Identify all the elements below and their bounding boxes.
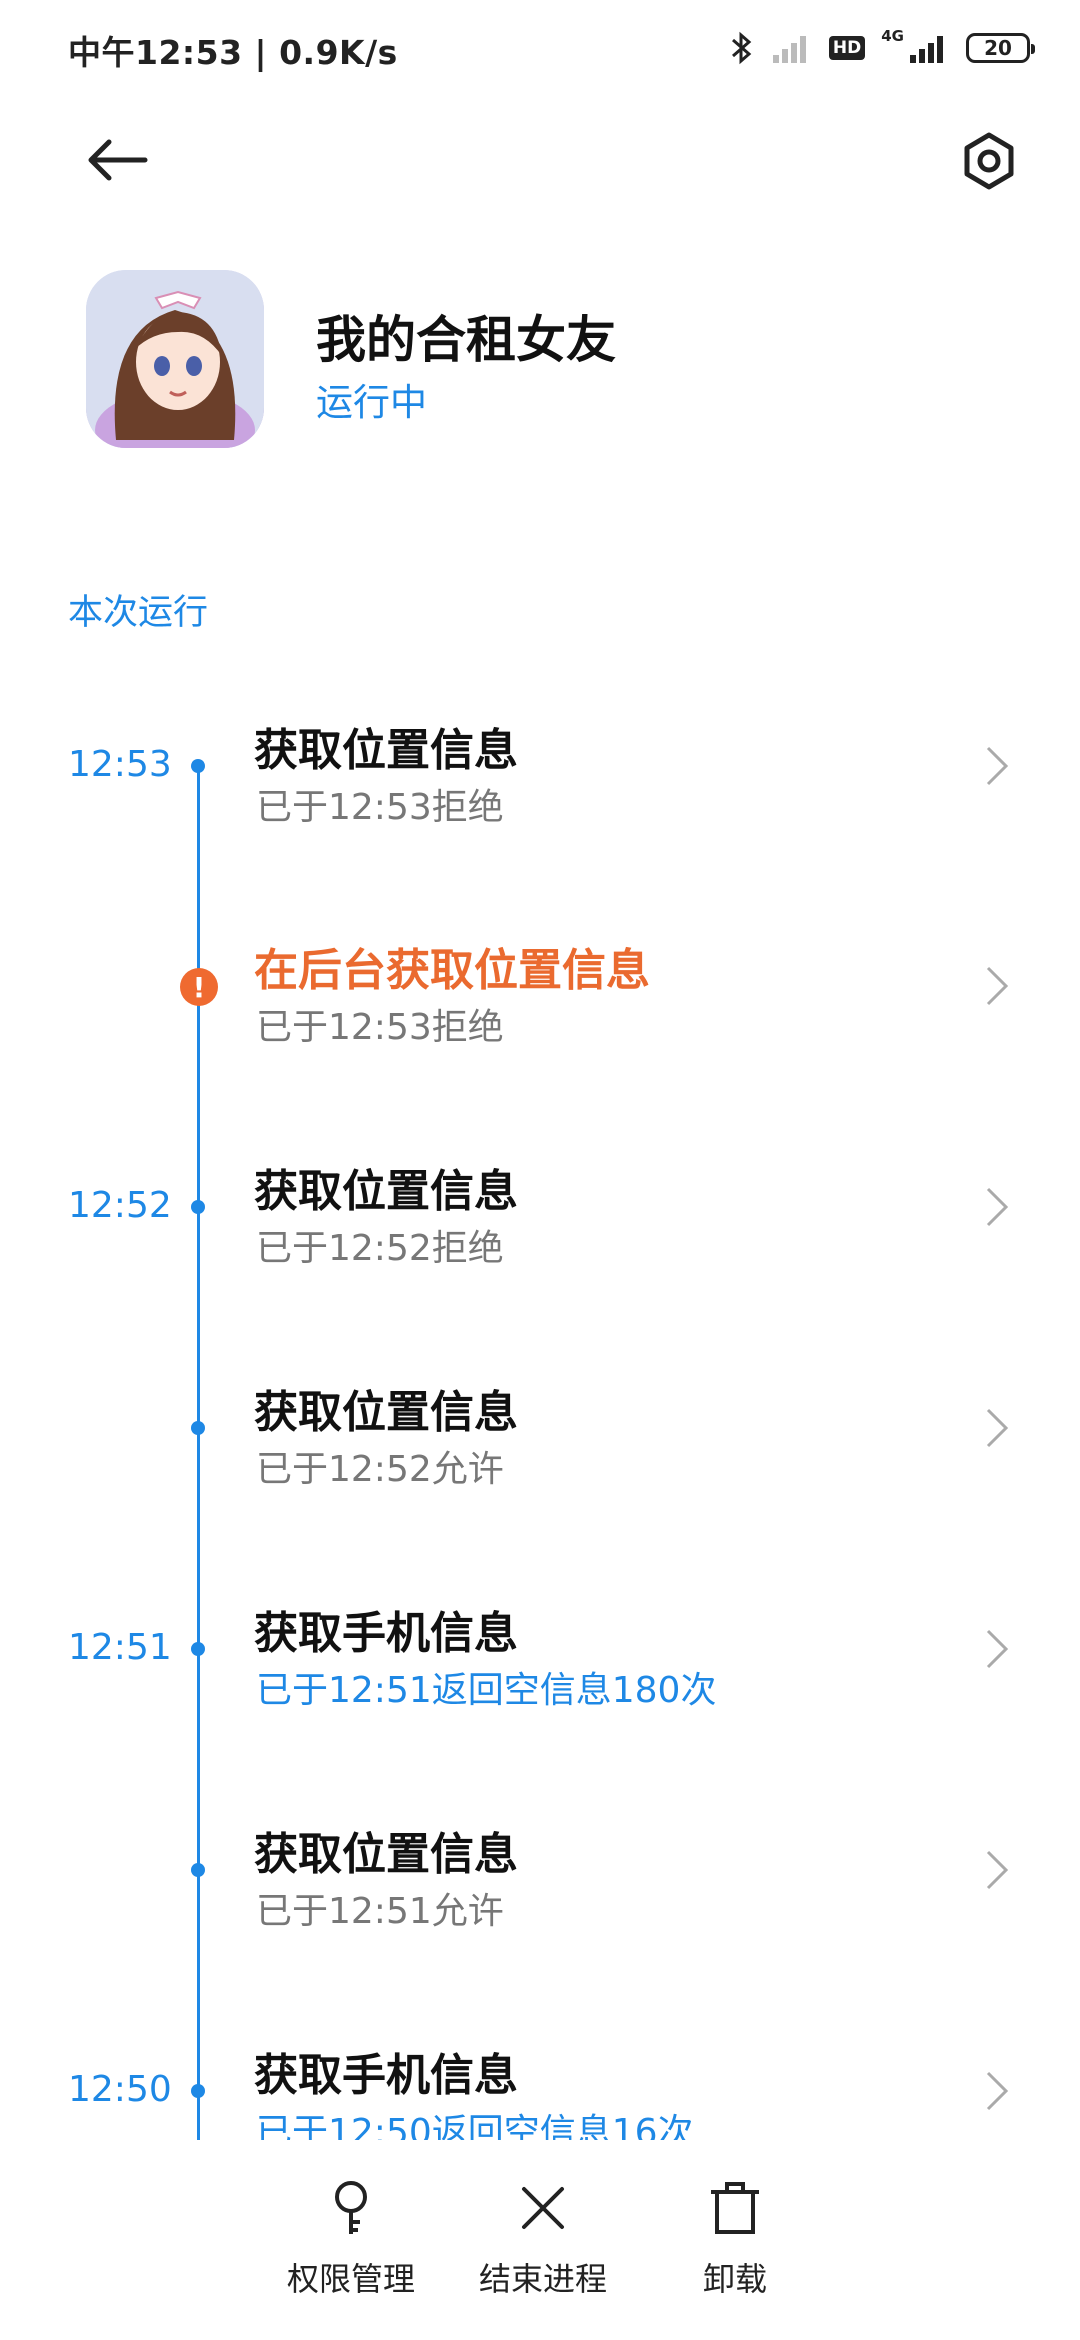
timeline-time: 12:51 bbox=[68, 1627, 172, 1668]
chevron-right-icon bbox=[986, 1187, 1009, 1227]
timeline-item[interactable]: 12:51 获取手机信息 已于12:51返回空信息180次 bbox=[0, 1583, 1080, 1783]
timeline-dot bbox=[191, 1200, 205, 1214]
back-button[interactable] bbox=[72, 120, 162, 200]
back-arrow-icon bbox=[88, 139, 148, 181]
timeline-title: 获取位置信息 bbox=[254, 1387, 518, 1438]
chevron-right-icon bbox=[986, 1850, 1009, 1890]
permissions-label: 权限管理 bbox=[286, 2260, 415, 2298]
timeline-title: 获取手机信息 bbox=[254, 2050, 518, 2101]
bluetooth-icon bbox=[731, 31, 752, 65]
signal-icon bbox=[910, 36, 943, 63]
warning-icon: ! bbox=[180, 968, 218, 1006]
bottom-action-bar: 权限管理 结束进程 卸载 bbox=[0, 2140, 1080, 2340]
timeline-title: 获取手机信息 bbox=[254, 1608, 518, 1659]
timeline-item[interactable]: 12:53 获取位置信息 已于12:53拒绝 bbox=[0, 700, 1080, 900]
timeline-title: 在后台获取位置信息 bbox=[254, 945, 650, 996]
uninstall-label: 卸载 bbox=[702, 2260, 767, 2298]
settings-button[interactable] bbox=[944, 116, 1034, 206]
timeline-subtitle: 已于12:52允许 bbox=[256, 1449, 504, 1490]
end-process-button[interactable]: 结束进程 bbox=[458, 2176, 628, 2326]
timeline-time: 12:53 bbox=[68, 744, 172, 785]
battery-level: 20 bbox=[984, 36, 1012, 60]
timeline-subtitle: 已于12:52拒绝 bbox=[256, 1228, 504, 1269]
hd-badge: HD bbox=[828, 36, 866, 60]
timeline-item[interactable]: 获取位置信息 已于12:52允许 bbox=[0, 1362, 1080, 1562]
app-run-status: 运行中 bbox=[316, 381, 427, 424]
timeline-dot bbox=[191, 1863, 205, 1877]
timeline-subtitle: 已于12:51允许 bbox=[256, 1891, 504, 1932]
timeline-subtitle: 已于12:53拒绝 bbox=[256, 1007, 504, 1048]
timeline-item[interactable]: 获取位置信息 已于12:51允许 bbox=[0, 1804, 1080, 2004]
timeline-title: 获取位置信息 bbox=[254, 1829, 518, 1880]
timeline-dot bbox=[191, 1642, 205, 1656]
section-label-current-run: 本次运行 bbox=[68, 593, 209, 633]
timeline-subtitle: 已于12:51返回空信息180次 bbox=[256, 1670, 717, 1711]
chevron-right-icon bbox=[986, 746, 1009, 786]
timeline-dot bbox=[191, 2084, 205, 2098]
chevron-right-icon bbox=[986, 1629, 1009, 1669]
timeline-title: 获取位置信息 bbox=[254, 1166, 518, 1217]
timeline-dot bbox=[191, 759, 205, 773]
status-time-speed: 中午12:53 | 0.9K/s bbox=[68, 33, 398, 72]
timeline-item[interactable]: ! 在后台获取位置信息 已于12:53拒绝 bbox=[0, 920, 1080, 1120]
status-bar: 中午12:53 | 0.9K/s HD 4G 20 bbox=[0, 0, 1080, 96]
chevron-right-icon bbox=[986, 2071, 1009, 2111]
key-icon bbox=[319, 2176, 383, 2240]
timeline-dot bbox=[191, 1421, 205, 1435]
permissions-button[interactable]: 权限管理 bbox=[266, 2176, 436, 2326]
timeline-time: 12:52 bbox=[68, 1185, 172, 1226]
trash-icon bbox=[703, 2176, 767, 2240]
battery-indicator: 20 bbox=[966, 33, 1035, 63]
chevron-right-icon bbox=[986, 966, 1009, 1006]
app-avatar-illustration bbox=[86, 270, 264, 448]
signal-icon bbox=[772, 36, 806, 63]
network-type: 4G bbox=[881, 27, 904, 45]
chevron-right-icon bbox=[986, 1408, 1009, 1448]
uninstall-button[interactable]: 卸载 bbox=[650, 2176, 820, 2326]
status-icons: HD 4G 20 bbox=[729, 24, 1035, 72]
timeline-title: 获取位置信息 bbox=[254, 725, 518, 776]
app-name: 我的合租女友 bbox=[316, 311, 616, 369]
close-icon bbox=[511, 2176, 575, 2240]
timeline-time: 12:50 bbox=[68, 2069, 172, 2110]
timeline-subtitle: 已于12:53拒绝 bbox=[256, 787, 504, 828]
timeline-item[interactable]: 12:52 获取位置信息 已于12:52拒绝 bbox=[0, 1141, 1080, 1341]
end-process-label: 结束进程 bbox=[478, 2260, 607, 2298]
settings-icon bbox=[964, 132, 1014, 190]
app-icon bbox=[86, 270, 264, 448]
